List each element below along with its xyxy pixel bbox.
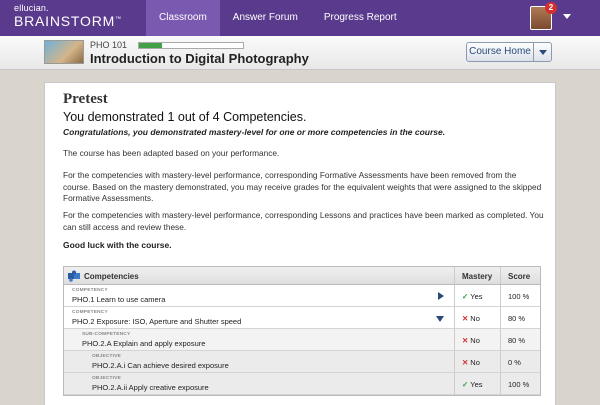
course-home-chevron-down-icon[interactable] (533, 43, 551, 61)
column-divider (500, 329, 501, 350)
table-row[interactable]: OBJECTIVE PHO.2.A.i Can achieve desired … (64, 351, 540, 373)
column-divider (454, 373, 455, 394)
row-label: PHO.2.A.i Can achieve desired exposure (92, 361, 229, 370)
course-home-label: Course Home (469, 46, 531, 57)
course-header: PHO 101 Introduction to Digital Photogra… (0, 36, 600, 70)
top-nav-bar: ellucian. BRAINSTORM™ Classroom Answer F… (0, 0, 600, 36)
tab-classroom[interactable]: Classroom (146, 0, 220, 36)
course-progress-fill (139, 43, 162, 48)
table-row[interactable]: SUB-COMPETENCY PHO.2.A Explain and apply… (64, 329, 540, 351)
check-icon: ✓ (462, 380, 469, 389)
brand-logo[interactable]: ellucian. BRAINSTORM™ (14, 3, 122, 29)
mastery-value: ✓ Yes (462, 380, 483, 389)
good-luck-message: Good luck with the course. (63, 240, 172, 250)
notification-badge: 2 (545, 2, 557, 14)
score-value: 0 % (508, 358, 521, 367)
row-type: COMPETENCY (72, 288, 108, 293)
mastery-value: ✓ Yes (462, 292, 483, 301)
mastery-value: ✕ No (462, 314, 480, 323)
course-code: PHO 101 (90, 40, 128, 50)
course-thumbnail (44, 40, 84, 64)
competencies-table: Competencies Mastery Score COMPETENCY PH… (63, 266, 541, 396)
column-divider (454, 267, 455, 284)
adapted-paragraph: The course has been adapted based on you… (63, 148, 280, 158)
header-score: Score (508, 272, 531, 281)
course-home-button[interactable]: Course Home (466, 42, 552, 62)
x-icon: ✕ (462, 358, 469, 367)
row-label: PHO.2.A.ii Apply creative exposure (92, 383, 209, 392)
course-title: Introduction to Digital Photography (90, 51, 309, 66)
row-type: OBJECTIVE (92, 376, 121, 381)
column-divider (454, 285, 455, 306)
lessons-paragraph: For the competencies with mastery-level … (63, 210, 544, 232)
score-value: 100 % (508, 380, 530, 389)
column-divider (454, 307, 455, 328)
pretest-panel: Pretest You demonstrated 1 out of 4 Comp… (44, 82, 556, 405)
row-type: SUB-COMPETENCY (82, 332, 131, 337)
row-type: COMPETENCY (72, 310, 108, 315)
table-header: Competencies Mastery Score (64, 267, 540, 285)
row-type: OBJECTIVE (92, 354, 121, 359)
column-divider (500, 285, 501, 306)
table-row[interactable]: OBJECTIVE PHO.2.A.ii Apply creative expo… (64, 373, 540, 395)
x-icon: ✕ (462, 314, 469, 323)
column-divider (500, 267, 501, 284)
puzzle-icon (68, 270, 80, 282)
score-value: 80 % (508, 314, 526, 323)
x-icon: ✕ (462, 336, 469, 345)
table-row[interactable]: COMPETENCY PHO.1 Learn to use camera ✓ Ye… (64, 285, 540, 307)
header-competencies: Competencies (84, 272, 139, 281)
tab-progress-report[interactable]: Progress Report (311, 0, 410, 36)
column-divider (500, 373, 501, 394)
column-divider (454, 329, 455, 350)
assessments-paragraph: For the competencies with mastery-level … (63, 170, 542, 203)
tab-answer-forum[interactable]: Answer Forum (220, 0, 311, 36)
table-row[interactable]: COMPETENCY PHO.2 Exposure: ISO, Aperture… (64, 307, 540, 329)
row-label: PHO.1 Learn to use camera (72, 295, 166, 304)
column-divider (500, 307, 501, 328)
congrats-message: Congratulations, you demonstrated master… (63, 127, 446, 137)
check-icon: ✓ (462, 292, 469, 301)
mastery-value: ✕ No (462, 336, 480, 345)
column-divider (454, 351, 455, 372)
score-value: 100 % (508, 292, 530, 301)
course-progress-bar (138, 42, 244, 49)
row-label: PHO.2.A Explain and apply exposure (82, 339, 206, 348)
brand-top: ellucian. (14, 3, 49, 13)
score-value: 80 % (508, 336, 526, 345)
page-title: Pretest (63, 91, 108, 107)
expand-arrow-icon[interactable] (438, 292, 444, 300)
competency-summary: You demonstrated 1 out of 4 Competencies… (63, 110, 307, 124)
column-divider (500, 351, 501, 372)
brand-main: BRAINSTORM™ (14, 13, 122, 29)
row-label: PHO.2 Exposure: ISO, Aperture and Shutte… (72, 317, 242, 326)
user-menu-chevron-down-icon[interactable] (563, 14, 571, 19)
header-mastery: Mastery (462, 272, 493, 281)
main-nav: Classroom Answer Forum Progress Report (146, 0, 410, 36)
collapse-arrow-icon[interactable] (436, 316, 444, 322)
mastery-value: ✕ No (462, 358, 480, 367)
